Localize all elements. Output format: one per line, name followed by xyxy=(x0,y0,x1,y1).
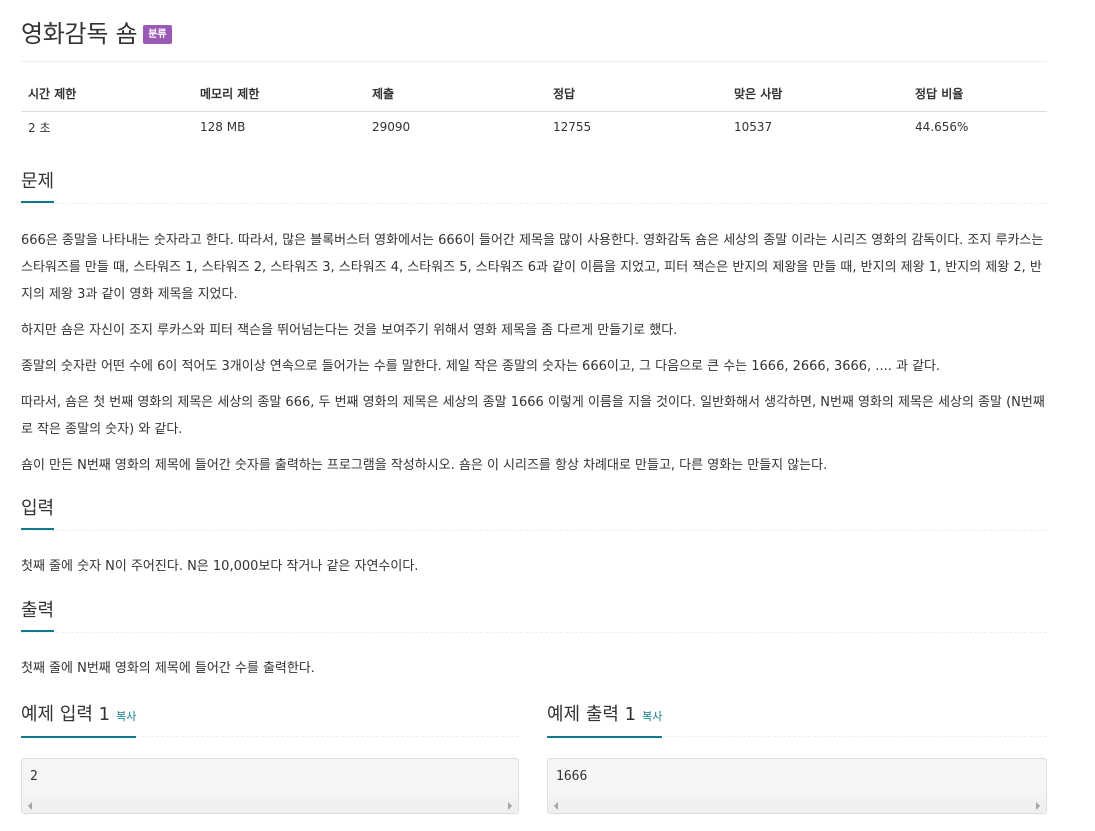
sample-input-data[interactable]: 2 xyxy=(21,758,519,814)
description-paragraph: 따라서, 숌은 첫 번째 영화의 제목은 세상의 종말 666, 두 번째 영화… xyxy=(21,395,1045,437)
title-row: 영화감독 숌 분류 xyxy=(21,14,172,48)
description-paragraph: 숌이 만든 N번째 영화의 제목에 들어간 숫자를 출력하는 프로그램을 작성하… xyxy=(21,458,828,473)
sample-header: 예제 출력 1 복사 xyxy=(547,703,1047,738)
sample-output-1: 예제 출력 1 복사 1666 xyxy=(547,703,1047,814)
value-accepted: 12755 xyxy=(553,120,592,134)
page-title: 영화감독 숌 xyxy=(21,19,138,48)
value-solved-users: 10537 xyxy=(734,120,773,134)
section-header: 입력 xyxy=(21,497,1047,531)
sample-output-title: 예제 출력 1 복사 xyxy=(547,703,663,738)
input-description: 첫째 줄에 숫자 N이 주어진다. N은 10,000보다 작거나 같은 자연수… xyxy=(21,559,419,574)
info-value-row: 2 초 128 MB 29090 12755 10537 44.656% xyxy=(21,112,1047,143)
scroll-left-arrow-icon[interactable] xyxy=(554,802,558,810)
value-time-limit: 2 초 xyxy=(28,120,51,135)
sample-output-title-text: 예제 출력 1 xyxy=(547,704,637,725)
problem-info-table: 시간 제한 메모리 제한 제출 정답 맞은 사람 정답 비율 2 초 128 M… xyxy=(21,82,1047,142)
header-accept-ratio: 정답 비율 xyxy=(908,82,1047,112)
section-header: 문제 xyxy=(21,170,1047,204)
sample-output-data[interactable]: 1666 xyxy=(547,758,1047,814)
horizontal-scrollbar[interactable] xyxy=(22,799,518,813)
sample-output-content: 1666 xyxy=(556,769,588,784)
header-memory-limit: 메모리 제한 xyxy=(193,82,365,112)
input-body: 첫째 줄에 숫자 N이 주어진다. N은 10,000보다 작거나 같은 자연수… xyxy=(21,553,1047,580)
section-title-input: 입력 xyxy=(21,497,55,530)
output-description: 첫째 줄에 N번째 영화의 제목에 들어간 수를 출력한다. xyxy=(21,661,315,676)
section-title-output: 출력 xyxy=(21,599,55,632)
section-title-description: 문제 xyxy=(21,170,55,203)
sample-header: 예제 입력 1 복사 xyxy=(21,703,519,738)
header-solved-users: 맞은 사람 xyxy=(727,82,908,112)
value-submissions: 29090 xyxy=(372,120,411,134)
description-paragraph: 종말의 숫자란 어떤 수에 6이 적어도 3개이상 연속으로 들어가는 수를 말… xyxy=(21,359,941,374)
sample-input-title-text: 예제 입력 1 xyxy=(21,704,111,725)
info-header-row: 시간 제한 메모리 제한 제출 정답 맞은 사람 정답 비율 xyxy=(21,82,1047,112)
copy-sample-output-button[interactable]: 복사 xyxy=(642,710,662,723)
header-accepted: 정답 xyxy=(546,82,727,112)
value-accept-ratio: 44.656% xyxy=(915,120,969,134)
sample-input-content: 2 xyxy=(30,769,38,784)
value-memory-limit: 128 MB xyxy=(200,120,246,134)
scroll-right-arrow-icon[interactable] xyxy=(1036,802,1040,810)
horizontal-scrollbar[interactable] xyxy=(548,799,1046,813)
description-paragraph: 666은 종말을 나타내는 숫자라고 한다. 따라서, 많은 블록버스터 영화에… xyxy=(21,233,1044,302)
section-header: 출력 xyxy=(21,599,1047,633)
title-divider xyxy=(21,61,1047,62)
sample-input-title: 예제 입력 1 복사 xyxy=(21,703,137,738)
output-section: 출력 첫째 줄에 N번째 영화의 제목에 들어간 수를 출력한다. xyxy=(21,599,1047,691)
description-body: 666은 종말을 나타내는 숫자라고 한다. 따라서, 많은 블록버스터 영화에… xyxy=(21,227,1047,479)
scroll-right-arrow-icon[interactable] xyxy=(508,802,512,810)
scroll-left-arrow-icon[interactable] xyxy=(28,802,32,810)
problem-description-section: 문제 666은 종말을 나타내는 숫자라고 한다. 따라서, 많은 블록버스터 … xyxy=(21,170,1047,488)
description-paragraph: 하지만 숌은 자신이 조지 루카스와 피터 잭슨을 뛰어넘는다는 것을 보여주기… xyxy=(21,323,678,338)
sample-input-1: 예제 입력 1 복사 2 xyxy=(21,703,519,814)
input-section: 입력 첫째 줄에 숫자 N이 주어진다. N은 10,000보다 작거나 같은 … xyxy=(21,497,1047,589)
output-body: 첫째 줄에 N번째 영화의 제목에 들어간 수를 출력한다. xyxy=(21,655,1047,682)
copy-sample-input-button[interactable]: 복사 xyxy=(116,710,136,723)
category-badge[interactable]: 분류 xyxy=(143,24,172,44)
header-submissions: 제출 xyxy=(365,82,546,112)
header-time-limit: 시간 제한 xyxy=(21,82,193,112)
